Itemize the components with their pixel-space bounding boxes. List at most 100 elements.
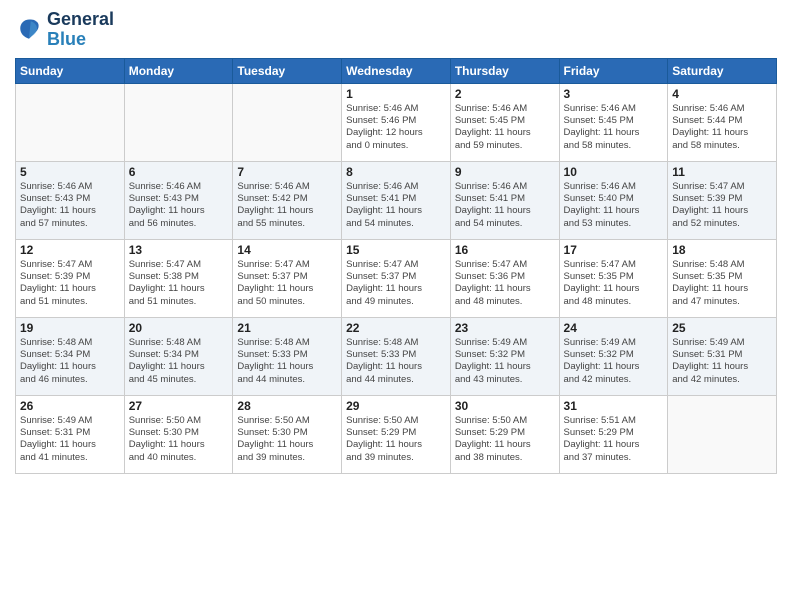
day-number: 24: [564, 321, 664, 335]
day-number: 7: [237, 165, 337, 179]
calendar-day-22: 22 Sunrise: 5:48 AM Sunset: 5:33 PM Dayli…: [342, 317, 451, 395]
calendar-day-11: 11 Sunrise: 5:47 AM Sunset: 5:39 PM Dayli…: [668, 161, 777, 239]
day-info: Sunrise: 5:47 AM Sunset: 5:39 PM Dayligh…: [672, 181, 772, 230]
calendar-week-row: 26 Sunrise: 5:49 AM Sunset: 5:31 PM Dayli…: [16, 395, 777, 473]
calendar-day-30: 30Sunrise: 5:50 AM Sunset: 5:29 PM Dayli…: [450, 395, 559, 473]
day-number: 26: [20, 399, 120, 413]
calendar-day-19: 19Sunrise: 5:48 AM Sunset: 5:34 PM Dayli…: [16, 317, 125, 395]
calendar-day-28: 28 Sunrise: 5:50 AM Sunset: 5:30 PM Dayli…: [233, 395, 342, 473]
calendar-day-29: 29Sunrise: 5:50 AM Sunset: 5:29 PM Dayli…: [342, 395, 451, 473]
day-number: 13: [129, 243, 229, 257]
calendar-day-31: 31 Sunrise: 5:51 AM Sunset: 5:29 PM Dayli…: [559, 395, 668, 473]
calendar-day-6: 6Sunrise: 5:46 AM Sunset: 5:43 PM Daylig…: [124, 161, 233, 239]
logo: General Blue: [15, 10, 114, 50]
calendar-day-14: 14 Sunrise: 5:47 AM Sunset: 5:37 PM Dayli…: [233, 239, 342, 317]
day-info: Sunrise: 5:46 AM Sunset: 5:43 PM Dayligh…: [20, 181, 120, 230]
day-info: Sunrise: 5:46 AM Sunset: 5:42 PM Dayligh…: [237, 181, 337, 230]
day-info: Sunrise: 5:46 AM Sunset: 5:45 PM Dayligh…: [455, 103, 555, 152]
day-number: 25: [672, 321, 772, 335]
day-number: 27: [129, 399, 229, 413]
calendar-day-9: 9 Sunrise: 5:46 AM Sunset: 5:41 PM Daylig…: [450, 161, 559, 239]
day-number: 6: [129, 165, 229, 179]
day-info: Sunrise: 5:48 AM Sunset: 5:34 PM Dayligh…: [20, 337, 120, 386]
calendar-day-21: 21 Sunrise: 5:48 AM Sunset: 5:33 PM Dayli…: [233, 317, 342, 395]
day-number: 20: [129, 321, 229, 335]
day-number: 31: [564, 399, 664, 413]
day-info: Sunrise: 5:48 AM Sunset: 5:33 PM Dayligh…: [346, 337, 446, 386]
calendar-day-13: 13 Sunrise: 5:47 AM Sunset: 5:38 PM Dayli…: [124, 239, 233, 317]
weekday-header-sunday: Sunday: [16, 58, 125, 83]
day-info: Sunrise: 5:47 AM Sunset: 5:36 PM Dayligh…: [455, 259, 555, 308]
day-number: 3: [564, 87, 664, 101]
day-number: 14: [237, 243, 337, 257]
day-info: Sunrise: 5:50 AM Sunset: 5:30 PM Dayligh…: [237, 415, 337, 464]
day-info: Sunrise: 5:47 AM Sunset: 5:38 PM Dayligh…: [129, 259, 229, 308]
day-number: 8: [346, 165, 446, 179]
calendar-day-12: 12 Sunrise: 5:47 AM Sunset: 5:39 PM Dayli…: [16, 239, 125, 317]
calendar-week-row: 12 Sunrise: 5:47 AM Sunset: 5:39 PM Dayli…: [16, 239, 777, 317]
calendar-day-15: 15 Sunrise: 5:47 AM Sunset: 5:37 PM Dayli…: [342, 239, 451, 317]
calendar-day-20: 20 Sunrise: 5:48 AM Sunset: 5:34 PM Dayli…: [124, 317, 233, 395]
calendar-day-2: 2Sunrise: 5:46 AM Sunset: 5:45 PM Daylig…: [450, 83, 559, 161]
day-number: 5: [20, 165, 120, 179]
day-number: 28: [237, 399, 337, 413]
day-info: Sunrise: 5:49 AM Sunset: 5:31 PM Dayligh…: [672, 337, 772, 386]
calendar-week-row: 19Sunrise: 5:48 AM Sunset: 5:34 PM Dayli…: [16, 317, 777, 395]
day-info: Sunrise: 5:48 AM Sunset: 5:33 PM Dayligh…: [237, 337, 337, 386]
weekday-header-row: SundayMondayTuesdayWednesdayThursdayFrid…: [16, 58, 777, 83]
weekday-header-tuesday: Tuesday: [233, 58, 342, 83]
day-number: 15: [346, 243, 446, 257]
day-info: Sunrise: 5:47 AM Sunset: 5:37 PM Dayligh…: [237, 259, 337, 308]
day-info: Sunrise: 5:49 AM Sunset: 5:32 PM Dayligh…: [455, 337, 555, 386]
day-info: Sunrise: 5:48 AM Sunset: 5:35 PM Dayligh…: [672, 259, 772, 308]
calendar-day-17: 17 Sunrise: 5:47 AM Sunset: 5:35 PM Dayli…: [559, 239, 668, 317]
weekday-header-saturday: Saturday: [668, 58, 777, 83]
day-number: 12: [20, 243, 120, 257]
day-number: 16: [455, 243, 555, 257]
day-info: Sunrise: 5:51 AM Sunset: 5:29 PM Dayligh…: [564, 415, 664, 464]
day-info: Sunrise: 5:48 AM Sunset: 5:34 PM Dayligh…: [129, 337, 229, 386]
calendar-day-5: 5 Sunrise: 5:46 AM Sunset: 5:43 PM Daylig…: [16, 161, 125, 239]
page-container: General Blue SundayMondayTuesdayWednesda…: [0, 0, 792, 612]
header: General Blue: [15, 10, 777, 50]
calendar-day-26: 26 Sunrise: 5:49 AM Sunset: 5:31 PM Dayli…: [16, 395, 125, 473]
weekday-header-wednesday: Wednesday: [342, 58, 451, 83]
logo-icon: [15, 16, 43, 44]
day-info: Sunrise: 5:49 AM Sunset: 5:31 PM Dayligh…: [20, 415, 120, 464]
logo-text: General Blue: [47, 10, 114, 50]
calendar-week-row: 1 Sunrise: 5:46 AM Sunset: 5:46 PM Daylig…: [16, 83, 777, 161]
calendar-day-25: 25 Sunrise: 5:49 AM Sunset: 5:31 PM Dayli…: [668, 317, 777, 395]
calendar-day-27: 27Sunrise: 5:50 AM Sunset: 5:30 PM Dayli…: [124, 395, 233, 473]
day-info: Sunrise: 5:46 AM Sunset: 5:41 PM Dayligh…: [455, 181, 555, 230]
day-number: 23: [455, 321, 555, 335]
day-number: 4: [672, 87, 772, 101]
calendar-day-3: 3 Sunrise: 5:46 AM Sunset: 5:45 PM Daylig…: [559, 83, 668, 161]
day-info: Sunrise: 5:46 AM Sunset: 5:41 PM Dayligh…: [346, 181, 446, 230]
day-number: 21: [237, 321, 337, 335]
calendar-day-18: 18 Sunrise: 5:48 AM Sunset: 5:35 PM Dayli…: [668, 239, 777, 317]
calendar-day-8: 8 Sunrise: 5:46 AM Sunset: 5:41 PM Daylig…: [342, 161, 451, 239]
day-info: Sunrise: 5:46 AM Sunset: 5:44 PM Dayligh…: [672, 103, 772, 152]
day-info: Sunrise: 5:47 AM Sunset: 5:35 PM Dayligh…: [564, 259, 664, 308]
calendar-day-23: 23 Sunrise: 5:49 AM Sunset: 5:32 PM Dayli…: [450, 317, 559, 395]
day-number: 18: [672, 243, 772, 257]
day-number: 9: [455, 165, 555, 179]
weekday-header-friday: Friday: [559, 58, 668, 83]
day-info: Sunrise: 5:50 AM Sunset: 5:29 PM Dayligh…: [346, 415, 446, 464]
calendar-day-1: 1 Sunrise: 5:46 AM Sunset: 5:46 PM Daylig…: [342, 83, 451, 161]
weekday-header-thursday: Thursday: [450, 58, 559, 83]
day-info: Sunrise: 5:46 AM Sunset: 5:46 PM Dayligh…: [346, 103, 446, 152]
day-number: 17: [564, 243, 664, 257]
day-info: Sunrise: 5:47 AM Sunset: 5:37 PM Dayligh…: [346, 259, 446, 308]
weekday-header-monday: Monday: [124, 58, 233, 83]
day-info: Sunrise: 5:50 AM Sunset: 5:29 PM Dayligh…: [455, 415, 555, 464]
calendar-day-24: 24Sunrise: 5:49 AM Sunset: 5:32 PM Dayli…: [559, 317, 668, 395]
calendar-day-7: 7 Sunrise: 5:46 AM Sunset: 5:42 PM Daylig…: [233, 161, 342, 239]
calendar-day-4: 4 Sunrise: 5:46 AM Sunset: 5:44 PM Daylig…: [668, 83, 777, 161]
calendar-empty-cell: [16, 83, 125, 161]
day-number: 11: [672, 165, 772, 179]
day-number: 22: [346, 321, 446, 335]
day-info: Sunrise: 5:47 AM Sunset: 5:39 PM Dayligh…: [20, 259, 120, 308]
day-number: 1: [346, 87, 446, 101]
day-info: Sunrise: 5:46 AM Sunset: 5:45 PM Dayligh…: [564, 103, 664, 152]
